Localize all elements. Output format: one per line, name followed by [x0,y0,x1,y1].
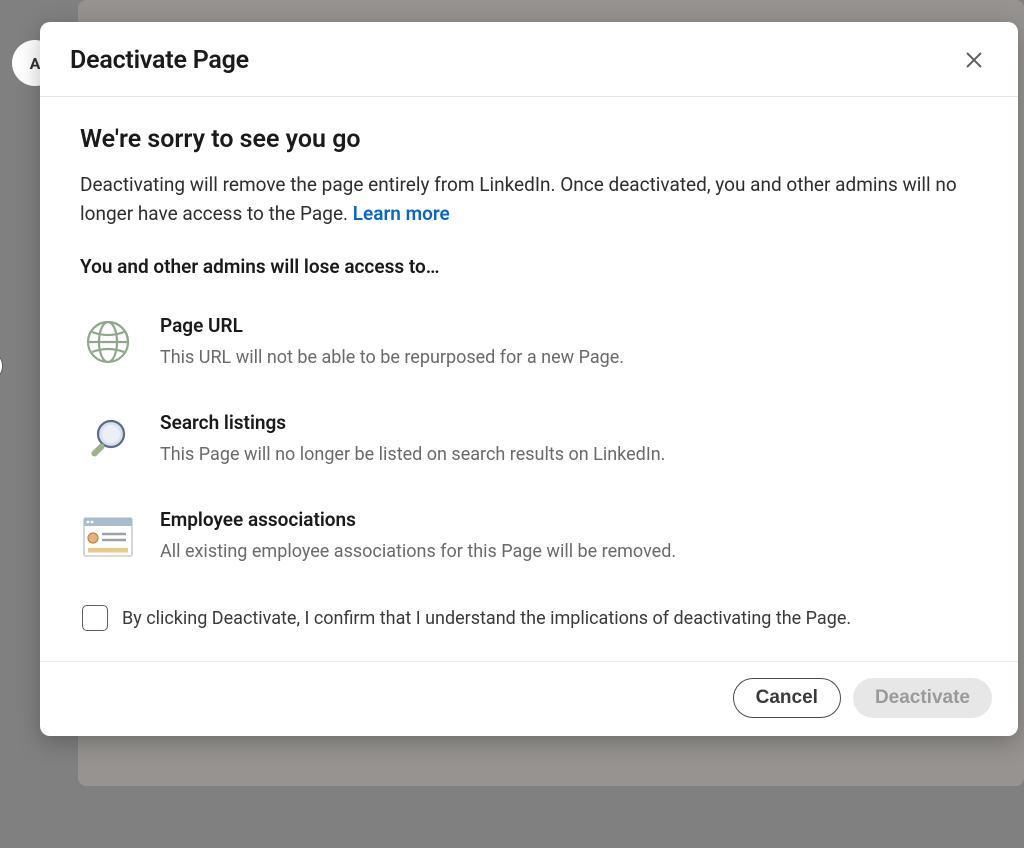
profile-card-icon [80,508,136,564]
list-item-title: Employee associations [160,508,978,531]
lose-access-heading: You and other admins will lose access to… [80,255,978,278]
list-item-page-url: Page URL This URL will not be able to be… [80,314,978,371]
list-item-desc: All existing employee associations for t… [160,539,978,565]
modal-subtitle: We're sorry to see you go [80,125,978,154]
close-button[interactable] [956,42,992,78]
list-item-employee-associations: Employee associations All existing emplo… [80,508,978,565]
magnifier-icon [80,411,136,467]
cancel-button[interactable]: Cancel [733,678,841,718]
list-item-title: Search listings [160,411,978,434]
list-item-content: Employee associations All existing emplo… [160,508,978,565]
modal-footer: Cancel Deactivate [40,661,1018,736]
confirm-row: By clicking Deactivate, I confirm that I… [80,605,978,631]
deactivate-button[interactable]: Deactivate [853,678,992,718]
list-item-desc: This URL will not be able to be repurpos… [160,345,978,371]
list-item-content: Page URL This URL will not be able to be… [160,314,978,371]
globe-icon [80,314,136,370]
modal-header: Deactivate Page [40,22,1018,97]
list-item-search-listings: Search listings This Page will no longer… [80,411,978,468]
deactivate-page-modal: Deactivate Page We're sorry to see you g… [40,22,1018,736]
list-item-title: Page URL [160,314,978,337]
modal-description: Deactivating will remove the page entire… [80,170,978,229]
lose-access-list: Page URL This URL will not be able to be… [80,314,978,565]
confirm-checkbox[interactable] [82,605,108,631]
close-icon [963,49,985,71]
background-avatar-initial: A [30,54,41,73]
modal-title: Deactivate Page [70,46,249,75]
list-item-content: Search listings This Page will no longer… [160,411,978,468]
learn-more-link[interactable]: Learn more [353,202,450,225]
modal-body: We're sorry to see you go Deactivating w… [40,97,1018,661]
confirm-text: By clicking Deactivate, I confirm that I… [122,608,851,629]
modal-description-text: Deactivating will remove the page entire… [80,173,957,225]
list-item-desc: This Page will no longer be listed on se… [160,442,978,468]
